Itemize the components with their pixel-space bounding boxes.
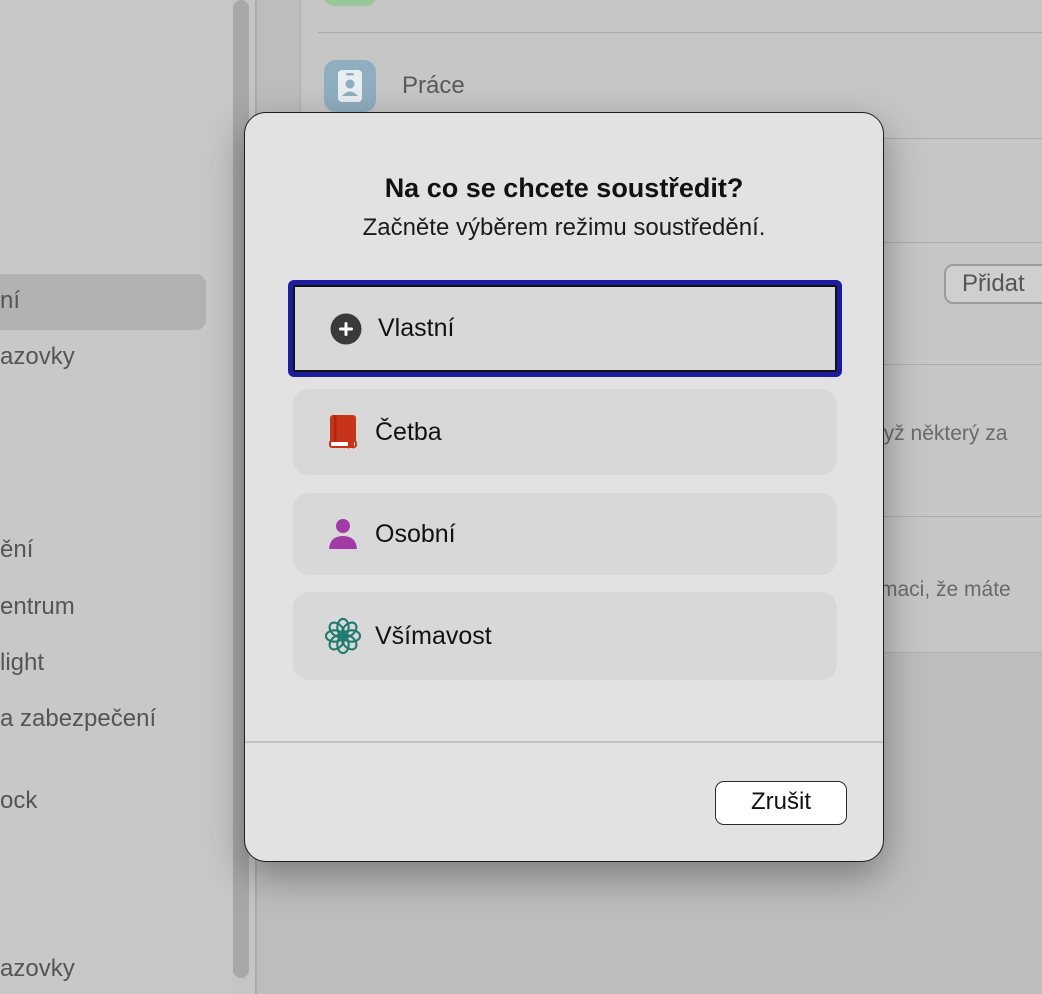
option-label: Vlastní [378, 314, 455, 342]
focus-mode-tile-partial [324, 0, 376, 6]
sidebar-item-control-center[interactable]: entrum [0, 593, 75, 621]
option-label: Osobní [375, 519, 456, 548]
option-reading[interactable]: Četba [293, 389, 837, 475]
sidebar-item-dock[interactable]: ock [0, 787, 37, 815]
option-mindfulness[interactable]: Všímavost [293, 592, 837, 680]
cancel-button[interactable]: Zrušit [715, 781, 847, 825]
focus-mode-work-label[interactable]: Práce [402, 72, 465, 100]
sidebar-item-general[interactable]: ění [0, 536, 33, 564]
add-focus-button[interactable]: Přidat [944, 264, 1042, 304]
option-custom[interactable]: Vlastní [288, 280, 842, 377]
dialog-separator [245, 741, 883, 743]
sidebar-item-privacy-security[interactable]: a zabezpečení [0, 705, 156, 733]
sidebar-item-screen-saver[interactable]: azovky [0, 955, 75, 983]
dialog-subtitle: Začněte výběrem režimu soustředění. [362, 214, 766, 241]
hint-text: dyž některý za [872, 422, 1008, 445]
sidebar-item-screen-time[interactable]: azovky [0, 343, 75, 371]
sidebar-selected-highlight [0, 274, 206, 330]
person-icon [325, 516, 361, 552]
id-badge-icon [324, 60, 376, 112]
option-label: Četba [375, 417, 442, 446]
book-icon [325, 414, 361, 450]
option-personal[interactable]: Osobní [293, 493, 837, 575]
dialog-title: Na co se chcete soustředit? [384, 173, 744, 203]
plus-circle-icon [328, 311, 364, 347]
focus-mode-dialog: Na co se chcete soustředit? Začněte výbě… [244, 112, 884, 862]
row-divider [318, 32, 1042, 33]
hint-text: maci, že máte [880, 578, 1011, 601]
flower-icon [325, 617, 361, 655]
sidebar-item-spotlight[interactable]: light [0, 649, 44, 677]
sidebar-item-selected[interactable]: ní [0, 287, 20, 315]
sidebar: ní azovky ění entrum light a zabezpečení… [0, 0, 232, 994]
option-label: Všímavost [375, 621, 492, 650]
